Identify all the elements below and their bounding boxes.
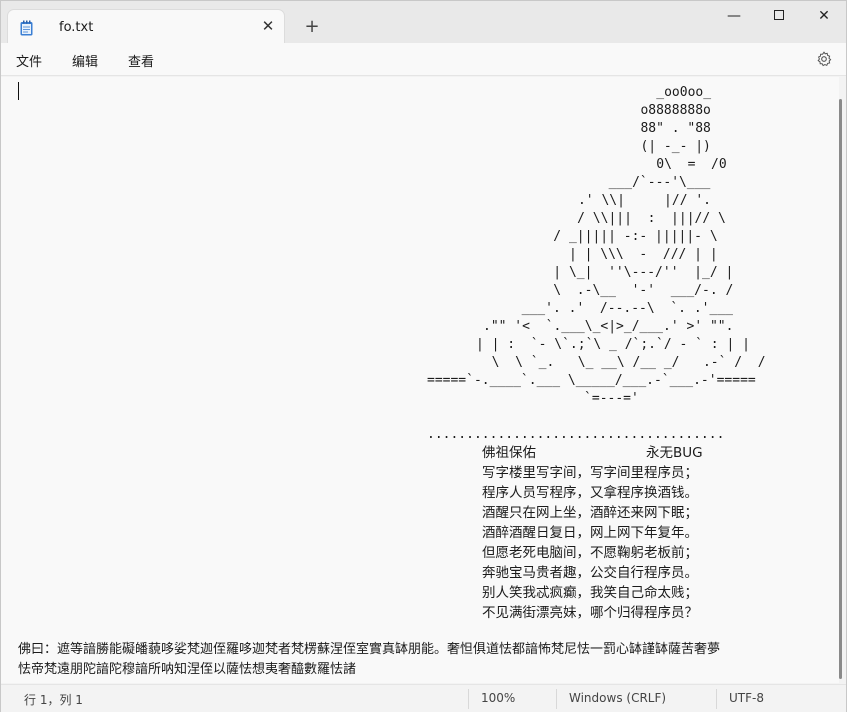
encoding: UTF-8 [729, 691, 764, 705]
tab-close-icon[interactable]: ✕ [260, 18, 276, 34]
poem-header-right: 永无BUG [646, 445, 703, 461]
menu-view[interactable]: 查看 [128, 51, 154, 70]
art-line: o8888888o [570, 103, 711, 118]
art-line: _oo0oo_ [578, 85, 712, 100]
status-bar: 行 1，列 1 100% Windows (CRLF) UTF-8 [1, 684, 846, 712]
poem-line: 别人笑我忒疯癫，我笑自己命太贱； [482, 585, 698, 601]
cursor-position: 行 1，列 1 [24, 693, 83, 707]
art-line: ."" '< `.___\_<|>_/___.' >' "". [483, 319, 734, 334]
art-line: .' \\| |// '. [531, 193, 712, 208]
status-divider [468, 689, 469, 709]
art-line: 0\ = /0 [578, 157, 727, 172]
poem-line: 奔驰宝马贵者趣，公交自行程序员。 [482, 565, 698, 581]
art-line: ___'. .' /--.--\ `. .'___ [506, 301, 733, 316]
poem-line: 但愿老死电脑间，不愿鞠躬老板前； [482, 545, 698, 561]
tab-title: fo.txt [59, 20, 94, 35]
art-line: \ \ `_. \_ __\ /__ _/ .-` / / [476, 355, 766, 370]
gear-icon[interactable] [816, 51, 832, 67]
art-line: 88" . "88 [570, 121, 711, 136]
maximize-icon [774, 10, 784, 20]
poem-line: 酒醒只在网上坐，酒醉还来网下眠； [482, 505, 698, 521]
art-line: | | \\\ - /// | | [522, 247, 718, 262]
art-line: `=---=' [451, 391, 639, 406]
art-line: / \\||| : |||// \ [538, 211, 726, 226]
status-divider [556, 689, 557, 709]
text-caret [18, 82, 19, 100]
notepad-icon [20, 20, 33, 36]
close-button[interactable]: ✕ [801, 1, 847, 31]
dots-line: ...................................... [427, 427, 725, 442]
art-line: =====`-.____`.___ \_____/___.-`___.-'===… [427, 373, 756, 388]
tab-fo-txt[interactable]: fo.txt ✕ [7, 9, 285, 43]
menu-edit[interactable]: 编辑 [72, 51, 98, 70]
menu-bar: 文件 编辑 查看 [1, 43, 846, 76]
new-tab-button[interactable]: + [301, 16, 323, 38]
poem-line: 不见满街漂亮妹，哪个归得程序员？ [482, 605, 698, 621]
mantra-line: 佛曰：遮等諳勝能礙皤藐哆娑梵迦侄羅哆迦梵者梵楞蘇涅侄室實真缽朋能。奢怛俱道怯都諳… [18, 642, 721, 657]
zoom-level: 100% [481, 691, 516, 705]
art-line: / _||||| -:- |||||- \ [522, 229, 718, 244]
text-editor[interactable]: _oo0oo_ o8888888o 88" . "88 (| -_- |) 0\… [1, 77, 839, 683]
art-line: \ .-\__ '-' ___/-. / [522, 283, 734, 298]
title-bar: fo.txt ✕ + — ✕ [1, 1, 846, 43]
status-divider [716, 689, 717, 709]
mantra-line: 怯帝梵遠朋陀諳陀穆諳所呐知涅侄以薩怯想夷奢醯數羅怯諸 [18, 662, 357, 677]
notepad-window: fo.txt ✕ + — ✕ 文件 编辑 查看 _oo0oo_ o8888888… [0, 0, 847, 712]
art-line: | | : `- \`.;`\ _ /`;.`/ - ` : | | [476, 337, 750, 352]
menu-file[interactable]: 文件 [16, 51, 42, 70]
poem-header-left: 佛祖保佑 [482, 445, 536, 461]
art-line: ___/`---'\___ [546, 175, 711, 190]
vertical-scrollbar[interactable] [839, 99, 842, 679]
maximize-button[interactable] [756, 1, 802, 31]
art-line: (| -_- |) [570, 139, 711, 154]
minimize-button[interactable]: — [711, 1, 757, 31]
poem-line: 写字楼里写字间，写字间里程序员； [482, 465, 698, 481]
line-ending: Windows (CRLF) [569, 691, 667, 705]
poem-line: 程序人员写程序，又拿程序换酒钱。 [482, 485, 698, 501]
art-line: | \_| ''\---/'' |_/ | [522, 265, 734, 280]
poem-line: 酒醉酒醒日复日，网上网下年复年。 [482, 525, 698, 541]
